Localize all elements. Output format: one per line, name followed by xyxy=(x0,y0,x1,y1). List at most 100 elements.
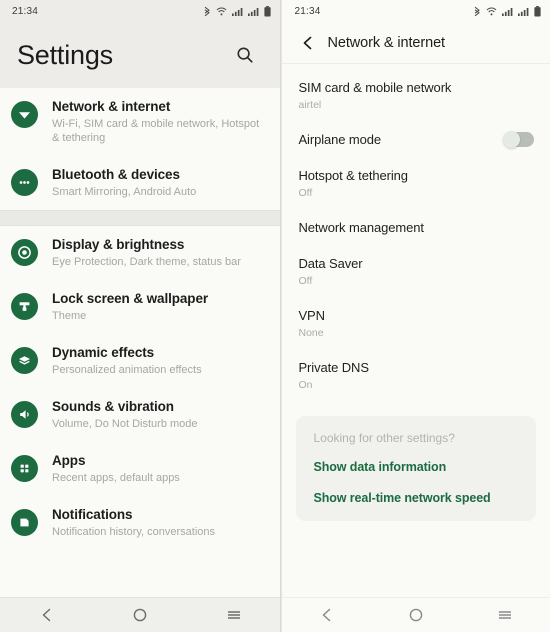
item-title: Dynamic effects xyxy=(52,345,155,360)
item-title: Network & internet xyxy=(52,99,171,114)
airplane-mode-toggle[interactable] xyxy=(503,131,534,148)
battery-icon xyxy=(264,5,272,17)
settings-header: Settings xyxy=(0,22,281,88)
item-texts: Hotspot & tethering Off xyxy=(298,167,407,200)
item-subtitle: Smart Mirroring, Android Auto xyxy=(52,186,197,198)
item-title: SIM card & mobile network xyxy=(298,80,452,95)
item-title: VPN xyxy=(298,308,325,323)
item-subtitle: Volume, Do Not Disturb mode xyxy=(52,418,198,430)
apps-grid-icon xyxy=(11,455,38,482)
item-subtitle: On xyxy=(298,379,313,391)
status-bar-right: 21:34 xyxy=(282,0,550,22)
home-icon[interactable] xyxy=(120,601,160,629)
dots-icon xyxy=(11,169,38,196)
item-texts: SIM card & mobile network airtel xyxy=(298,79,451,112)
signal-icon xyxy=(502,7,513,16)
status-clock: 21:34 xyxy=(294,5,321,17)
bell-icon xyxy=(11,509,38,536)
recents-icon[interactable] xyxy=(214,601,254,629)
signal-icon xyxy=(248,7,259,16)
bluetooth-icon xyxy=(203,6,211,17)
item-subtitle: Recent apps, default apps xyxy=(52,472,180,484)
list-item-vpn[interactable]: VPN None xyxy=(282,298,550,350)
recents-icon[interactable] xyxy=(485,601,525,629)
sidebar-item-display-brightness[interactable]: Display & brightness Eye Protection, Dar… xyxy=(0,226,280,280)
item-title: Bluetooth & devices xyxy=(52,167,180,182)
bluetooth-icon xyxy=(473,6,481,17)
section-divider xyxy=(0,210,281,226)
page-title: Settings xyxy=(17,39,113,70)
item-title: Hotspot & tethering xyxy=(298,168,408,183)
sidebar-item-dynamic-effects[interactable]: Dynamic effects Personalized animation e… xyxy=(0,334,280,388)
list-item-network-management[interactable]: Network management xyxy=(282,210,550,246)
home-icon[interactable] xyxy=(396,601,436,629)
item-subtitle: Wi-Fi, SIM card & mobile network, Hotspo… xyxy=(52,118,260,144)
page-title: Network & internet xyxy=(327,34,445,51)
back-chevron-icon[interactable] xyxy=(298,33,318,53)
dual-screenshot-container: 21:34 Settings Network & internet Wi-Fi,… xyxy=(0,0,550,632)
sidebar-item-apps[interactable]: Apps Recent apps, default apps xyxy=(0,442,280,496)
item-subtitle: Off xyxy=(298,187,313,199)
wifi-icon xyxy=(486,7,497,16)
list-item-data-saver[interactable]: Data Saver Off xyxy=(282,246,550,298)
status-bar-left: 21:34 xyxy=(0,0,281,22)
battery-icon xyxy=(534,5,541,17)
show-realtime-network-speed-link[interactable]: Show real-time network speed xyxy=(313,491,519,505)
wifi-icon xyxy=(11,101,38,128)
item-title: Network management xyxy=(298,220,424,235)
item-texts: Network & internet Wi-Fi, SIM card & mob… xyxy=(52,99,266,145)
speaker-icon xyxy=(11,401,38,428)
back-icon[interactable] xyxy=(307,601,347,629)
item-texts: Notifications Notification history, conv… xyxy=(52,507,266,539)
item-title: Data Saver xyxy=(298,256,363,271)
item-texts: Network management xyxy=(298,219,423,236)
list-item-sim-card[interactable]: SIM card & mobile network airtel xyxy=(282,70,550,122)
sidebar-item-bluetooth-devices[interactable]: Bluetooth & devices Smart Mirroring, And… xyxy=(0,156,280,210)
signal-icon xyxy=(518,7,529,16)
item-title: Private DNS xyxy=(298,360,369,375)
back-icon[interactable] xyxy=(27,601,67,629)
item-subtitle: None xyxy=(298,327,324,339)
toggle-knob xyxy=(503,131,520,148)
item-subtitle: Eye Protection, Dark theme, status bar xyxy=(52,256,241,268)
network-header: Network & internet xyxy=(282,22,550,64)
wallpaper-brush-icon xyxy=(11,293,38,320)
item-texts: Dynamic effects Personalized animation e… xyxy=(52,345,266,377)
item-subtitle: airtel xyxy=(298,99,322,111)
list-item-airplane-mode[interactable]: Airplane mode xyxy=(282,122,550,158)
brightness-icon xyxy=(11,239,38,266)
status-icon-group xyxy=(203,5,272,17)
item-texts: Sounds & vibration Volume, Do Not Distur… xyxy=(52,399,266,431)
list-item-private-dns[interactable]: Private DNS On xyxy=(282,350,550,402)
navigation-bar-left xyxy=(0,597,281,632)
item-subtitle: Off xyxy=(298,275,313,287)
list-item-hotspot-tethering[interactable]: Hotspot & tethering Off xyxy=(282,158,550,210)
item-title: Notifications xyxy=(52,507,133,522)
show-data-information-link[interactable]: Show data information xyxy=(313,460,519,474)
sidebar-item-notifications[interactable]: Notifications Notification history, conv… xyxy=(0,496,280,550)
item-title: Apps xyxy=(52,453,86,468)
search-icon[interactable] xyxy=(232,42,258,68)
settings-group-device: Display & brightness Eye Protection, Dar… xyxy=(0,226,281,550)
item-title: Lock screen & wallpaper xyxy=(52,291,209,306)
signal-icon xyxy=(232,7,243,16)
sidebar-item-sounds-vibration[interactable]: Sounds & vibration Volume, Do Not Distur… xyxy=(0,388,280,442)
item-texts: VPN None xyxy=(298,307,325,340)
item-subtitle: Notification history, conversations xyxy=(52,526,216,538)
item-subtitle: Theme xyxy=(52,310,87,322)
item-texts: Data Saver Off xyxy=(298,255,362,288)
wifi-icon xyxy=(216,7,227,16)
settings-list: Network & internet Wi-Fi, SIM card & mob… xyxy=(0,88,281,597)
item-texts: Airplane mode xyxy=(298,131,381,148)
card-title: Looking for other settings? xyxy=(313,431,455,445)
sidebar-item-network-internet[interactable]: Network & internet Wi-Fi, SIM card & mob… xyxy=(0,88,280,156)
network-internet-screen: 21:34 Network & internet SIM card & mobi… xyxy=(281,0,550,632)
item-subtitle: Personalized animation effects xyxy=(52,364,202,376)
status-clock: 21:34 xyxy=(12,5,39,17)
item-texts: Lock screen & wallpaper Theme xyxy=(52,291,266,323)
sidebar-item-lock-screen-wallpaper[interactable]: Lock screen & wallpaper Theme xyxy=(0,280,280,334)
item-title: Display & brightness xyxy=(52,237,185,252)
network-settings-list: SIM card & mobile network airtel Airplan… xyxy=(282,64,550,597)
layers-icon xyxy=(11,347,38,374)
item-texts: Private DNS On xyxy=(298,359,369,392)
